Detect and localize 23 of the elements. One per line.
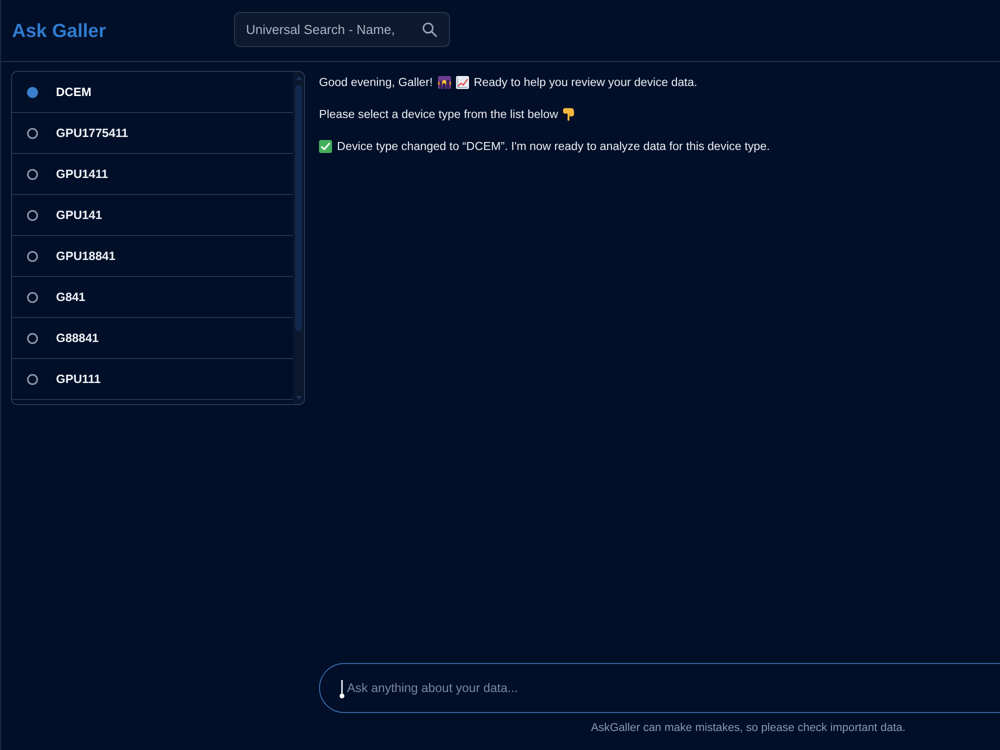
radio-button[interactable]: [27, 374, 38, 384]
text-cursor-icon: [339, 679, 345, 699]
radio-button[interactable]: [27, 250, 38, 262]
chart-icon: [456, 76, 469, 88]
greeting-text: Good evening, Galler!: [319, 76, 433, 88]
search-field[interactable]: Universal Search - Name,: [234, 12, 450, 47]
radio-button[interactable]: [27, 128, 38, 138]
device-list-item[interactable]: DCEM: [12, 72, 293, 113]
radio-button[interactable]: [27, 292, 38, 302]
disclaimer-text: AskGaller can make mistakes, so please check important data.: [591, 722, 906, 734]
message-text: Ready to help you review your device data.: [474, 76, 698, 88]
radio-button[interactable]: [27, 86, 38, 98]
radio-button[interactable]: [27, 332, 38, 344]
radio-button[interactable]: [27, 168, 38, 180]
radio-button[interactable]: [27, 210, 38, 220]
pointing-down-hand-icon: [563, 108, 574, 120]
message-text: Please select a device type from the list below: [319, 108, 558, 120]
city-sunset-icon: [438, 76, 451, 88]
chat-input-field[interactable]: Ask anything about your data...: [319, 663, 1000, 713]
message-text: Device type changed to “DCEM”. I'm now ready to analyze data for this device type.: [337, 140, 770, 152]
search-icon[interactable]: [422, 22, 437, 37]
check-mark-icon: [319, 140, 332, 152]
app-title: Ask Galler: [12, 20, 107, 42]
